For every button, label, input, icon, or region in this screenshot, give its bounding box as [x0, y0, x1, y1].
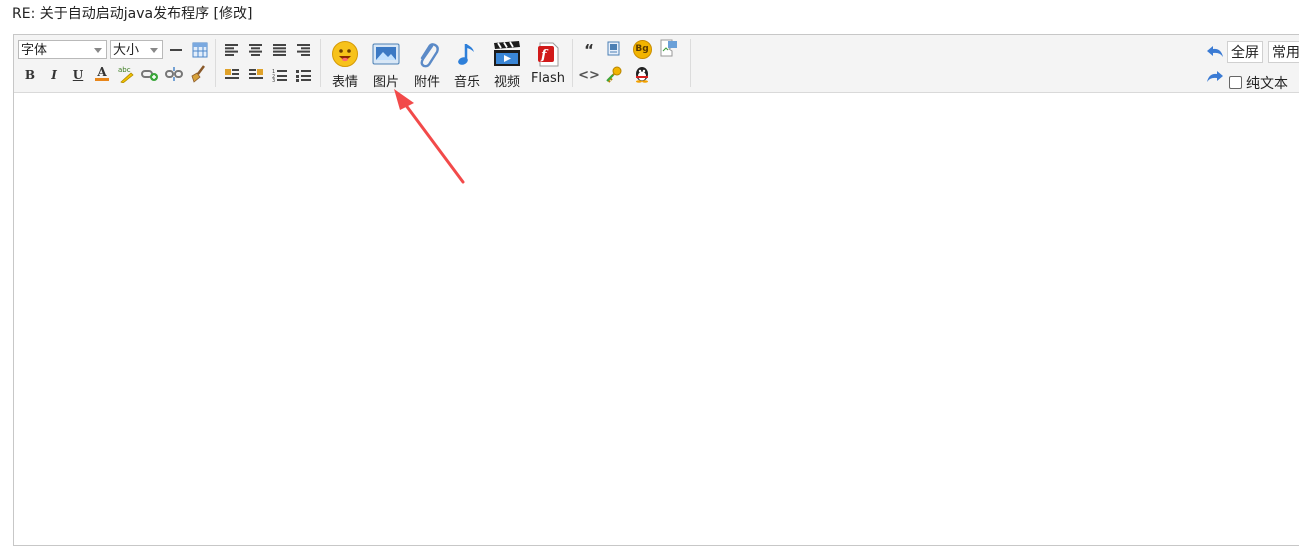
annotation-arrow	[394, 89, 465, 184]
